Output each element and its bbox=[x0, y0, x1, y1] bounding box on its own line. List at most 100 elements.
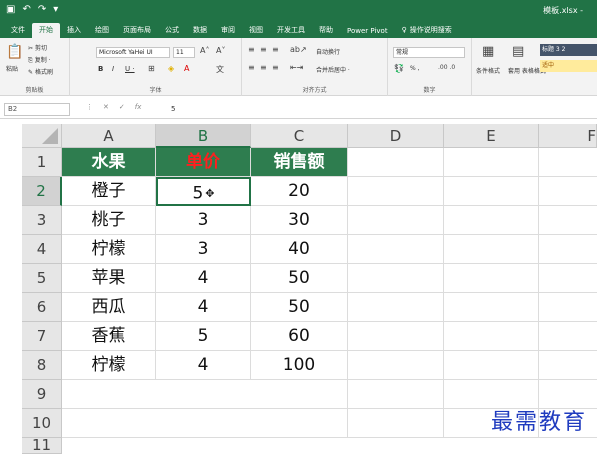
cell-b2-active[interactable]: 5 ✥ bbox=[156, 177, 251, 206]
border-icon[interactable]: ⊞ bbox=[148, 64, 155, 73]
conditional-format-button[interactable]: 条件格式 bbox=[476, 66, 500, 75]
cell-b7[interactable]: 5 bbox=[156, 322, 251, 351]
cell-a4[interactable]: 柠檬 bbox=[62, 235, 156, 264]
font-size-select[interactable]: 11 bbox=[173, 47, 195, 58]
row-header-8[interactable]: 8 bbox=[22, 351, 62, 380]
cell-a7[interactable]: 香蕉 bbox=[62, 322, 156, 351]
cell-b5[interactable]: 4 bbox=[156, 264, 251, 293]
cell-b4[interactable]: 3 bbox=[156, 235, 251, 264]
cell-a3[interactable]: 桃子 bbox=[62, 206, 156, 235]
cell-a2[interactable]: 橙子 bbox=[62, 177, 156, 206]
wrap-text-button[interactable]: 自动换行 bbox=[316, 47, 340, 56]
cell-c8[interactable]: 100 bbox=[251, 351, 348, 380]
phonetic-icon[interactable]: 文 bbox=[216, 64, 224, 75]
header-cell-fruit[interactable]: 水果 bbox=[62, 148, 156, 177]
currency-icon[interactable]: 💱 bbox=[394, 64, 404, 73]
cell-a6[interactable]: 西瓜 bbox=[62, 293, 156, 322]
tab-help[interactable]: 帮助 bbox=[312, 25, 340, 38]
cell-b6[interactable]: 4 bbox=[156, 293, 251, 322]
decimal-icon[interactable]: .00 .0 bbox=[438, 64, 455, 71]
tab-file[interactable]: 文件 bbox=[4, 25, 32, 38]
row-header-2[interactable]: 2 bbox=[22, 177, 62, 206]
undo-icon[interactable]: ↶ bbox=[22, 4, 30, 15]
header-cell-price[interactable]: 单价 bbox=[156, 148, 251, 177]
fill-color-icon[interactable]: ◈ bbox=[168, 64, 174, 73]
tab-home[interactable]: 开始 bbox=[32, 23, 60, 38]
customize-icon[interactable]: ▾ bbox=[53, 4, 58, 15]
formula-input[interactable]: 5 bbox=[168, 103, 588, 116]
tab-developer[interactable]: 开发工具 bbox=[270, 25, 312, 38]
insert-function-icon[interactable]: fx bbox=[135, 103, 142, 111]
number-format-select[interactable]: 常规 bbox=[393, 47, 465, 58]
redo-icon[interactable]: ↷ bbox=[38, 4, 46, 15]
tab-data[interactable]: 数据 bbox=[186, 25, 214, 38]
column-header-b[interactable]: B bbox=[156, 124, 251, 148]
column-header-a[interactable]: A bbox=[62, 124, 156, 148]
cell-a5[interactable]: 苹果 bbox=[62, 264, 156, 293]
tab-review[interactable]: 审阅 bbox=[214, 25, 242, 38]
row-header-9[interactable]: 9 bbox=[22, 380, 62, 409]
format-painter-button[interactable]: ✎ 格式刷 bbox=[28, 67, 53, 76]
copy-button[interactable]: ⎘ 复制 · bbox=[28, 55, 51, 65]
merge-center-button[interactable]: 合并后居中 · bbox=[316, 65, 350, 74]
name-box[interactable]: B2 bbox=[4, 103, 70, 116]
tab-insert[interactable]: 插入 bbox=[60, 25, 88, 38]
cut-button[interactable]: ✂ 剪切 bbox=[28, 43, 47, 52]
paste-button[interactable]: 粘贴 bbox=[6, 64, 18, 73]
row-header-4[interactable]: 4 bbox=[22, 235, 62, 264]
select-all-button[interactable] bbox=[22, 124, 62, 148]
cell-b8[interactable]: 4 bbox=[156, 351, 251, 380]
header-cell-sales[interactable]: 销售额 bbox=[251, 148, 348, 177]
row-header-5[interactable]: 5 bbox=[22, 264, 62, 293]
percent-button[interactable]: % , bbox=[410, 65, 420, 72]
indent-icon[interactable]: ⇤⇥ bbox=[290, 63, 303, 72]
cell-c2[interactable]: 20 bbox=[251, 177, 348, 206]
row-header-6[interactable]: 6 bbox=[22, 293, 62, 322]
row-header-1[interactable]: 1 bbox=[22, 148, 62, 177]
italic-button[interactable]: I bbox=[112, 65, 114, 73]
align-bottom-icon[interactable]: ≡ bbox=[272, 45, 279, 54]
cell-c7[interactable]: 60 bbox=[251, 322, 348, 351]
column-header-f[interactable]: F bbox=[539, 124, 597, 148]
column-header-c[interactable]: C bbox=[251, 124, 348, 148]
underline-button[interactable]: U · bbox=[125, 65, 135, 73]
format-table-icon[interactable]: ▤ bbox=[512, 44, 524, 59]
cell-a8[interactable]: 柠檬 bbox=[62, 351, 156, 380]
tab-formulas[interactable]: 公式 bbox=[158, 25, 186, 38]
column-header-e[interactable]: E bbox=[444, 124, 539, 148]
save-icon[interactable]: ▣ bbox=[6, 4, 15, 15]
formula-bar: B2 ⋮ ✕ ✓ fx 5 bbox=[0, 100, 597, 119]
increase-font-icon[interactable]: A˄ bbox=[200, 46, 209, 55]
row-header-7[interactable]: 7 bbox=[22, 322, 62, 351]
tab-draw[interactable]: 绘图 bbox=[88, 25, 116, 38]
tab-power-pivot[interactable]: Power Pivot bbox=[340, 27, 395, 38]
font-family-select[interactable]: Microsoft YaHei UI bbox=[96, 47, 170, 58]
cell-c4[interactable]: 40 bbox=[251, 235, 348, 264]
align-middle-icon[interactable]: ≡ bbox=[260, 45, 267, 54]
tab-page-layout[interactable]: 页面布局 bbox=[116, 25, 158, 38]
conditional-format-icon[interactable]: ▦ bbox=[482, 44, 494, 59]
paste-icon[interactable]: 📋 bbox=[6, 44, 23, 60]
cell-c5[interactable]: 50 bbox=[251, 264, 348, 293]
decrease-font-icon[interactable]: A˅ bbox=[216, 46, 225, 55]
style-heading3[interactable]: 标题 3 2 bbox=[540, 44, 597, 56]
tell-me-search[interactable]: ♀ 操作说明搜索 bbox=[395, 25, 459, 38]
cancel-icon[interactable]: ✕ bbox=[103, 103, 109, 111]
align-right-icon[interactable]: ≡ bbox=[272, 63, 279, 72]
cell-c3[interactable]: 30 bbox=[251, 206, 348, 235]
enter-icon[interactable]: ✓ bbox=[119, 103, 125, 111]
row-header-10[interactable]: 10 bbox=[22, 409, 62, 438]
orientation-icon[interactable]: ab↗ bbox=[290, 45, 307, 54]
align-center-icon[interactable]: ≡ bbox=[260, 63, 267, 72]
bold-button[interactable]: B bbox=[98, 65, 103, 73]
row-header-11[interactable]: 11 bbox=[22, 438, 62, 454]
cell-b3[interactable]: 3 bbox=[156, 206, 251, 235]
tab-view[interactable]: 视图 bbox=[242, 25, 270, 38]
cell-c6[interactable]: 50 bbox=[251, 293, 348, 322]
style-neutral[interactable]: 适中 bbox=[540, 60, 597, 72]
align-top-icon[interactable]: ≡ bbox=[248, 45, 255, 54]
column-header-d[interactable]: D bbox=[348, 124, 444, 148]
row-header-3[interactable]: 3 bbox=[22, 206, 62, 235]
align-left-icon[interactable]: ≡ bbox=[248, 63, 255, 72]
font-color-icon[interactable]: A bbox=[184, 64, 189, 73]
